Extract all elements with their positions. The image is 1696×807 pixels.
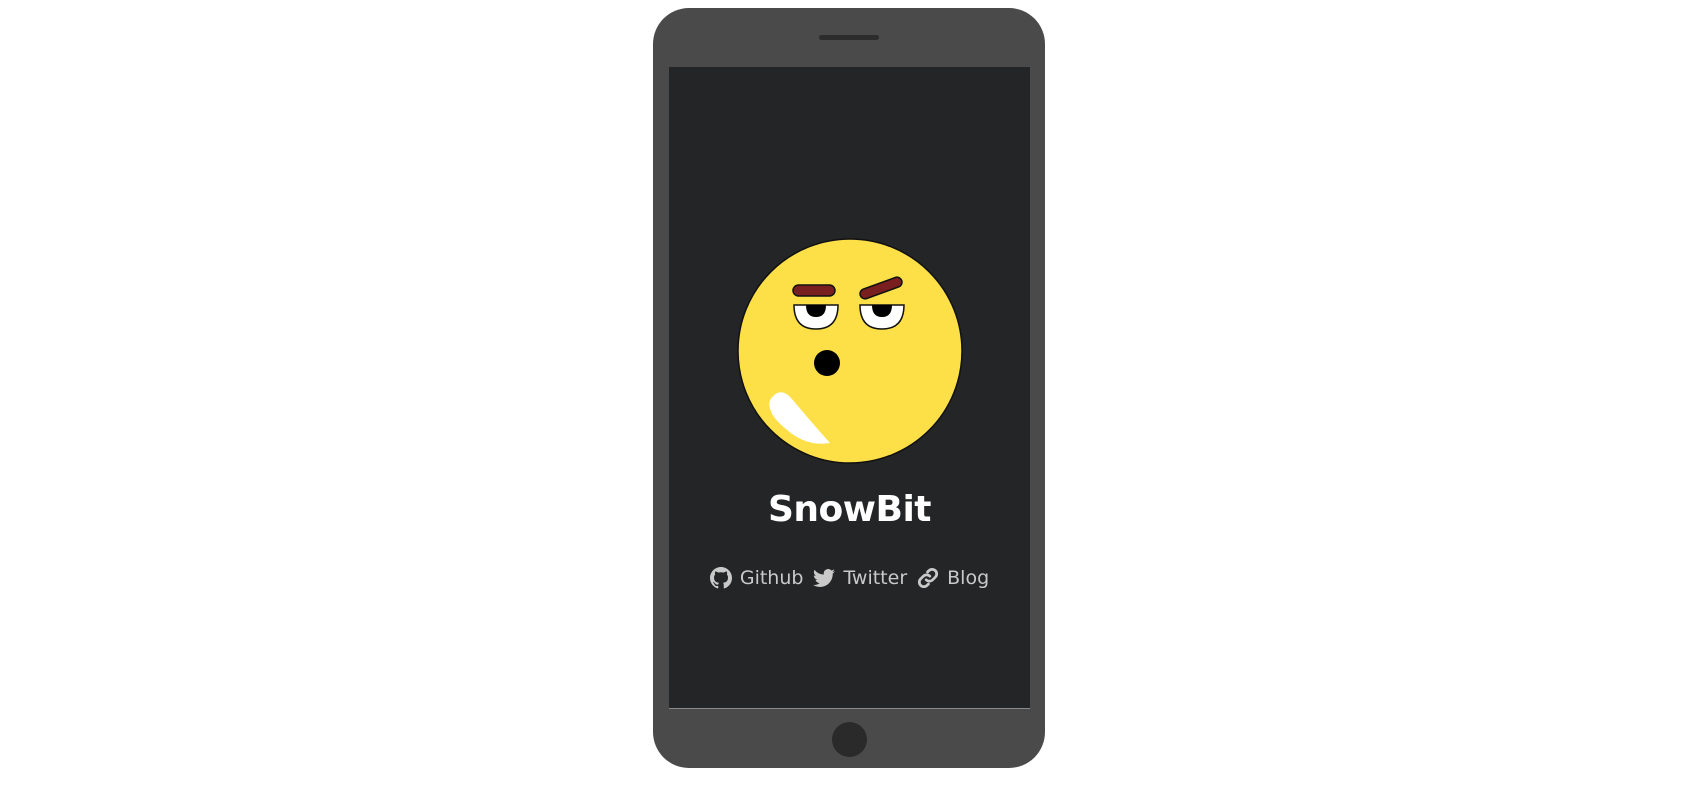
link-icon xyxy=(917,567,939,589)
face-circle xyxy=(737,238,963,464)
twitter-link[interactable]: Twitter xyxy=(813,567,907,589)
github-icon xyxy=(709,567,732,589)
social-links: Github Twitter Blog xyxy=(669,567,1030,589)
blog-link-label: Blog xyxy=(947,567,990,589)
phone-speaker xyxy=(819,35,879,40)
twitter-link-label: Twitter xyxy=(843,567,908,589)
profile-name: SnowBit xyxy=(767,489,932,530)
phone-screen: SnowBit Github Twitter Blog xyxy=(669,67,1030,709)
home-button[interactable] xyxy=(832,722,867,757)
avatar-emoji xyxy=(737,238,963,464)
phone-mockup: SnowBit Github Twitter Blog xyxy=(653,8,1045,768)
github-link[interactable]: Github xyxy=(709,567,804,589)
blog-link[interactable]: Blog xyxy=(917,567,989,589)
twitter-icon xyxy=(813,567,836,589)
mouth xyxy=(814,350,840,376)
left-eyebrow xyxy=(792,284,836,297)
github-link-label: Github xyxy=(739,567,804,589)
